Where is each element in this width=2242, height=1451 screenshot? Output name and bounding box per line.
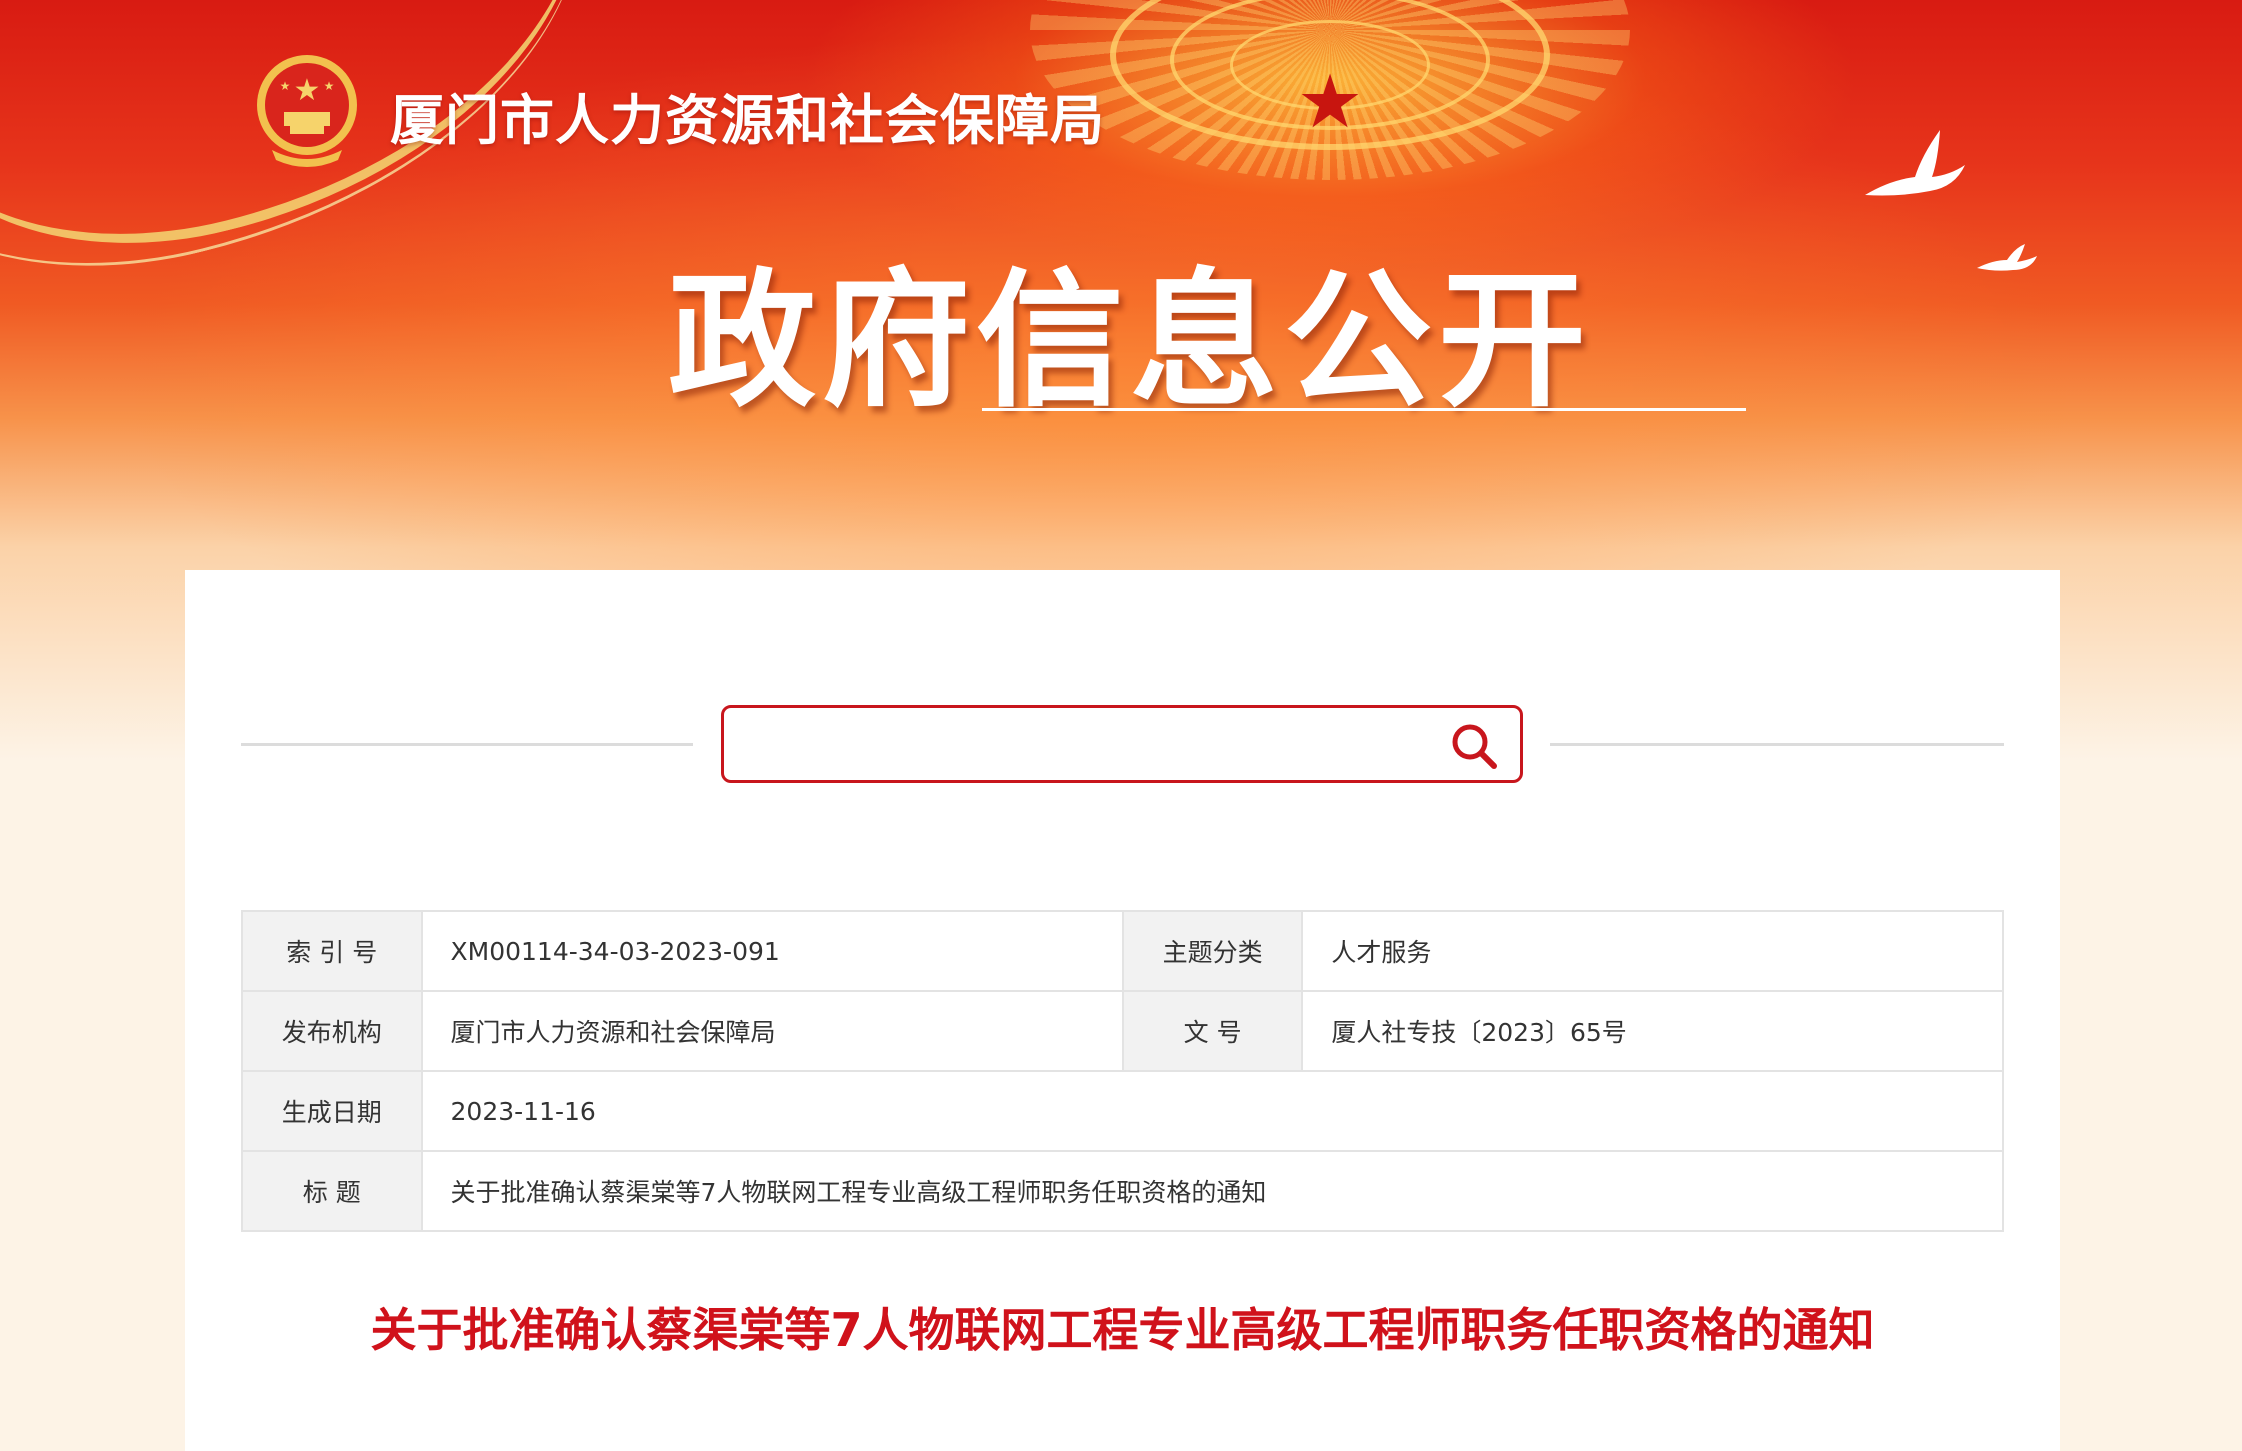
dove-icon <box>1865 130 1965 196</box>
star-icon: ★ <box>1296 59 1364 145</box>
index-label: 索 引 号 <box>241 910 423 992</box>
publisher-label: 发布机构 <box>241 990 423 1072</box>
national-emblem-icon: ★ ★ ★ <box>257 55 357 167</box>
search-icon[interactable] <box>1446 718 1502 774</box>
title-label: 标 题 <box>241 1150 423 1232</box>
docno-value: 厦人社专技〔2023〕65号 <box>1301 990 2004 1072</box>
svg-text:★: ★ <box>324 79 335 93</box>
svg-text:★: ★ <box>294 73 321 108</box>
page-title: 政府信息公开 <box>668 255 1592 427</box>
search-input[interactable] <box>736 718 1436 770</box>
divider <box>241 743 693 746</box>
search-bar <box>185 705 2060 785</box>
search-box <box>721 705 1523 783</box>
title-value: 关于批准确认蔡渠棠等7人物联网工程专业高级工程师职务任职资格的通知 <box>420 1150 2005 1232</box>
table-row: 发布机构 厦门市人力资源和社会保障局 文 号 厦人社专技〔2023〕65号 <box>241 990 2004 1072</box>
org-name[interactable]: 厦门市人力资源和社会保障局 <box>390 76 1105 155</box>
table-row: 标 题 关于批准确认蔡渠棠等7人物联网工程专业高级工程师职务任职资格的通知 <box>241 1150 2005 1232</box>
publisher-value: 厦门市人力资源和社会保障局 <box>420 990 1124 1072</box>
topic-value: 人才服务 <box>1301 910 2004 992</box>
title-underline <box>982 408 1746 411</box>
svg-text:★: ★ <box>280 79 291 93</box>
date-label: 生成日期 <box>241 1070 423 1152</box>
divider <box>1550 743 2004 746</box>
metadata-table: 索 引 号 XM00114-34-03-2023-091 主题分类 人才服务 发… <box>241 910 2005 1232</box>
table-row: 生成日期 2023-11-16 <box>241 1070 2005 1152</box>
topic-label: 主题分类 <box>1121 910 1304 992</box>
docno-label: 文 号 <box>1121 990 1304 1072</box>
content-card: 索 引 号 XM00114-34-03-2023-091 主题分类 人才服务 发… <box>185 570 2060 1451</box>
date-value: 2023-11-16 <box>420 1070 2005 1152</box>
dove-icon <box>1977 244 2037 271</box>
index-value: XM00114-34-03-2023-091 <box>420 910 1124 992</box>
document-title: 关于批准确认蔡渠棠等7人物联网工程专业高级工程师职务任职资格的通知 <box>370 1303 1875 1357</box>
table-row: 索 引 号 XM00114-34-03-2023-091 主题分类 人才服务 <box>241 910 2004 992</box>
